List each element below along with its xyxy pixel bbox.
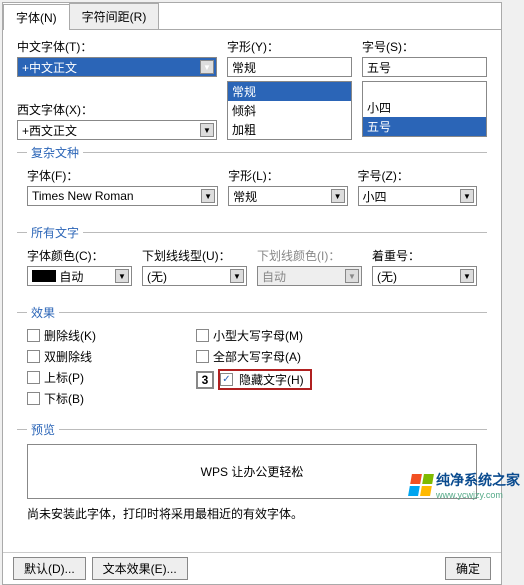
effects-legend: 效果 (27, 304, 59, 321)
emphasis-select[interactable]: (无)▼ (372, 266, 477, 286)
underline-label: 下划线线型(U)： (142, 247, 247, 264)
dropdown-arrow-icon: ▼ (201, 189, 215, 203)
subscript-checkbox[interactable] (27, 392, 40, 405)
dropdown-arrow-icon: ▼ (115, 269, 129, 283)
windows-icon (408, 474, 434, 496)
west-font-select[interactable]: +西文正文▼ (17, 120, 217, 140)
size-input[interactable]: 五号 (362, 57, 487, 77)
watermark: 纯净系统之家 www.ycwjzy.com (410, 470, 520, 500)
superscript-label: 上标(P) (44, 369, 84, 386)
style-listbox[interactable]: 常规 倾斜 加粗 (227, 81, 352, 140)
watermark-brand: 纯净系统之家 (436, 470, 520, 490)
size-label: 字号(S)： (362, 38, 487, 55)
style-label: 字形(Y)： (227, 38, 352, 55)
alltext-fieldset: 所有文字 字体颜色(C)： 自动▼ 下划线线型(U)： (无)▼ 下划线颜色(I… (17, 224, 487, 298)
alltext-legend: 所有文字 (27, 224, 83, 241)
size-listbox[interactable]: 小四 五号 (362, 81, 487, 137)
complex-style-label: 字形(L)： (228, 167, 347, 184)
complex-style-select[interactable]: 常规▼ (228, 186, 347, 206)
subscript-label: 下标(B) (44, 390, 84, 407)
strike-label: 删除线(K) (44, 327, 96, 344)
color-label: 字体颜色(C)： (27, 247, 132, 264)
dropdown-arrow-icon: ▼ (331, 189, 345, 203)
underline-select[interactable]: (无)▼ (142, 266, 247, 286)
annotation-highlight: 隐藏文字(H) (218, 369, 312, 390)
texteffect-button[interactable]: 文本效果(E)... (92, 557, 188, 580)
hidden-checkbox[interactable] (220, 373, 233, 386)
allcaps-checkbox[interactable] (196, 350, 209, 363)
dropdown-arrow-icon: ▼ (230, 269, 244, 283)
dropdown-arrow-icon: ▼ (345, 269, 359, 283)
dropdown-arrow-icon: ▼ (460, 269, 474, 283)
annotation-number: 3 (196, 371, 214, 389)
dblstrike-checkbox[interactable] (27, 350, 40, 363)
complex-size-select[interactable]: 小四▼ (358, 186, 477, 206)
underline-color-label: 下划线颜色(I)： (257, 247, 362, 264)
dropdown-arrow-icon: ▼ (200, 123, 214, 137)
default-button[interactable]: 默认(D)... (13, 557, 86, 580)
complex-fieldset: 复杂文种 字体(F)： Times New Roman▼ 字形(L)： 常规▼ … (17, 144, 487, 218)
dblstrike-label: 双删除线 (44, 348, 92, 365)
ok-button[interactable]: 确定 (445, 557, 491, 580)
smallcaps-checkbox[interactable] (196, 329, 209, 342)
button-row: 默认(D)... 文本效果(E)... 确定 (3, 552, 501, 584)
watermark-url: www.ycwjzy.com (436, 490, 520, 500)
complex-font-select[interactable]: Times New Roman▼ (27, 186, 218, 206)
preview-legend: 预览 (27, 421, 59, 438)
color-select[interactable]: 自动▼ (27, 266, 132, 286)
complex-font-label: 字体(F)： (27, 167, 218, 184)
west-font-label: 西文字体(X)： (17, 101, 217, 118)
tab-strip: 字体(N) 字符间距(R) (3, 3, 501, 30)
strike-checkbox[interactable] (27, 329, 40, 342)
dropdown-arrow-icon: ▼ (200, 60, 214, 74)
hidden-label: 隐藏文字(H) (239, 371, 304, 388)
complex-legend: 复杂文种 (27, 144, 83, 161)
superscript-checkbox[interactable] (27, 371, 40, 384)
complex-size-label: 字号(Z)： (358, 167, 477, 184)
cn-font-select[interactable]: +中文正文▼ (17, 57, 217, 77)
smallcaps-label: 小型大写字母(M) (213, 327, 303, 344)
cn-font-label: 中文字体(T)： (17, 38, 217, 55)
dropdown-arrow-icon: ▼ (460, 189, 474, 203)
effects-fieldset: 效果 删除线(K) 双删除线 上标(P) 下标(B) 小型大写字母(M) 全部大… (17, 304, 487, 415)
underline-color-select: 自动▼ (257, 266, 362, 286)
color-sample (32, 270, 56, 282)
emphasis-label: 着重号： (372, 247, 477, 264)
preview-note: 尚未安装此字体，打印时将采用最相近的有效字体。 (27, 505, 477, 522)
tab-spacing[interactable]: 字符间距(R) (69, 3, 160, 29)
tab-font[interactable]: 字体(N) (3, 4, 70, 30)
allcaps-label: 全部大写字母(A) (213, 348, 301, 365)
style-input[interactable]: 常规 (227, 57, 352, 77)
